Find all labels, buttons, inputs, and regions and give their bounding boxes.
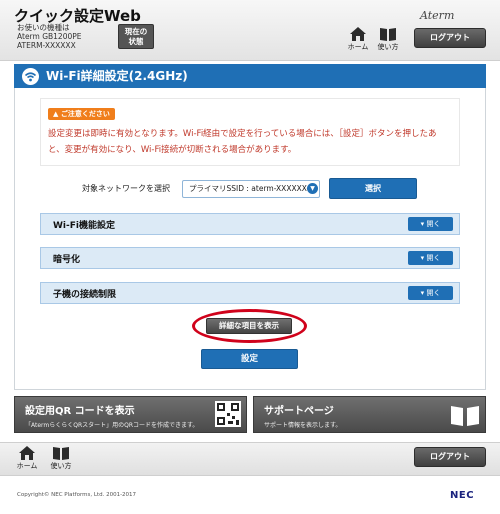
- highlight-ring: [192, 309, 307, 343]
- notice-text: 設定変更は即時に有効となります。Wi-Fi経由で設定を行っている場合には、［設定…: [48, 129, 437, 155]
- apply-button[interactable]: 設定: [201, 349, 298, 369]
- select-button[interactable]: 選択: [329, 178, 417, 199]
- nec-logo: NEC: [450, 490, 475, 501]
- qr-code-icon: [215, 401, 241, 427]
- warning-icon: ▲: [53, 110, 61, 118]
- chevron-down-icon[interactable]: ▼: [307, 183, 318, 194]
- qr-card-title: 設定用QR コードを表示: [25, 406, 135, 417]
- section-encryption[interactable]: [40, 247, 460, 269]
- footer-help-nav[interactable]: 使い方: [48, 445, 74, 475]
- footer-logout-button[interactable]: ログアウト: [414, 447, 486, 467]
- home-icon: [19, 446, 35, 460]
- aterm-logo: Aterm: [420, 9, 455, 22]
- network-select[interactable]: プライマリSSID : aterm-XXXXXX-g: [182, 180, 320, 198]
- home-nav[interactable]: ホーム: [345, 26, 371, 56]
- support-card-subtitle: サポート情報を表示します。: [264, 422, 342, 429]
- notice-badge-label: ご注意ください: [60, 110, 110, 118]
- wifi-icon: [22, 68, 39, 85]
- open-toggle-button[interactable]: ▾ 開く: [408, 286, 453, 300]
- section-label: 暗号化: [53, 255, 81, 265]
- help-nav[interactable]: 使い方: [375, 26, 401, 56]
- section-label: Wi-Fi機能設定: [53, 221, 115, 231]
- support-page-card[interactable]: サポートページ サポート情報を表示します。: [253, 396, 486, 433]
- open-toggle-label: 開く: [426, 220, 441, 228]
- support-card-title: サポートページ: [264, 406, 334, 417]
- open-toggle-label: 開く: [426, 254, 441, 262]
- book-icon: [451, 406, 479, 426]
- help-label: 使い方: [377, 43, 399, 51]
- footer-help-label: 使い方: [50, 462, 72, 470]
- copyright-text: Copyright© NEC Platforms, Ltd. 2001-2017: [17, 492, 137, 498]
- status-button-line2: 状態: [128, 37, 144, 46]
- book-icon: [380, 28, 396, 41]
- home-label: ホーム: [347, 43, 369, 51]
- book-icon: [53, 447, 69, 460]
- qr-code-card[interactable]: 設定用QR コードを表示 「AtermらくらくQRスタート」用のQRコードを作成…: [14, 396, 247, 433]
- open-toggle-label: 開く: [426, 289, 441, 297]
- network-select-label: 対象ネットワークを選択: [82, 184, 170, 193]
- model-label: お使いの機種は: [17, 23, 70, 32]
- open-toggle-button[interactable]: ▾ 開く: [408, 217, 453, 231]
- current-status-button[interactable]: 現在の 状態: [118, 24, 154, 49]
- notice-badge: ▲ ご注意ください: [48, 108, 115, 120]
- logout-button[interactable]: ログアウト: [414, 28, 486, 48]
- qr-card-subtitle: 「AtermらくらくQRスタート」用のQRコードを作成できます。: [25, 422, 199, 429]
- status-button-line1: 現在の: [124, 27, 148, 36]
- open-toggle-button[interactable]: ▾ 開く: [408, 251, 453, 265]
- section-label: 子機の接続制限: [53, 290, 117, 300]
- home-icon: [350, 27, 366, 41]
- panel-title: Wi-Fi詳細設定(2.4GHz): [14, 64, 486, 88]
- footer-home-nav[interactable]: ホーム: [14, 445, 40, 475]
- model-name: Aterm GB1200PE: [17, 32, 82, 41]
- model-id: ATERM-XXXXXX: [17, 41, 76, 50]
- footer-home-label: ホーム: [16, 462, 38, 470]
